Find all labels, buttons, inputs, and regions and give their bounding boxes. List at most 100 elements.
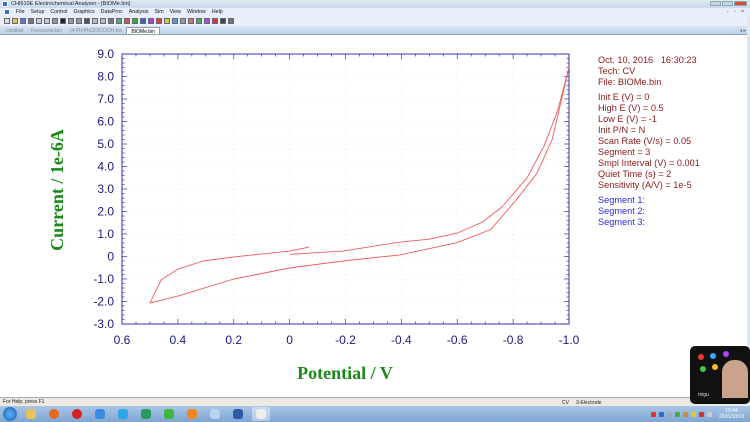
- x-tick-label: 0.2: [225, 333, 242, 347]
- toolbar-button-6-icon[interactable]: [44, 18, 50, 24]
- y-tick-label: -3.0: [93, 317, 114, 331]
- taskbar-app-blue[interactable]: [91, 407, 109, 421]
- x-axis-label: Potential / V: [297, 363, 393, 383]
- info-param: High E (V) = 0.5: [598, 103, 664, 113]
- taskbar-app-orange[interactable]: [183, 407, 201, 421]
- toolbar-button-2-icon[interactable]: [12, 18, 18, 24]
- menu-help[interactable]: Help: [212, 9, 223, 15]
- toolbar-button-19-icon[interactable]: [148, 18, 154, 24]
- tab-1[interactable]: Ferrocene.bin: [27, 27, 66, 34]
- menu-dataproc[interactable]: DataProc: [101, 9, 123, 15]
- toolbar-button-9-icon[interactable]: [68, 18, 74, 24]
- menu-analysis[interactable]: Analysis: [129, 9, 149, 15]
- menu-setup[interactable]: Setup: [31, 9, 45, 15]
- info-param: Low E (V) = -1: [598, 114, 657, 124]
- toolbar-button-26-icon[interactable]: [204, 18, 210, 24]
- menu-view[interactable]: View: [170, 9, 181, 15]
- info-param: Init E (V) = 0: [598, 92, 650, 102]
- toolbar-button-25-icon[interactable]: [196, 18, 202, 24]
- tab-scroll-arrows[interactable]: ◂ ▸: [740, 28, 746, 34]
- title-bar: CHI610E Electrochemical Analyzer - [BIOM…: [0, 0, 750, 8]
- popup-ad[interactable]: migu: [690, 346, 750, 404]
- tray-icon[interactable]: [650, 411, 656, 417]
- mdi-controls[interactable]: - ▫ ×: [727, 9, 746, 15]
- minimize-button[interactable]: [710, 1, 721, 6]
- status-bar: For Help, press F1 CV 3-Electrode: [0, 397, 750, 406]
- toolbar-button-28-icon[interactable]: [220, 18, 226, 24]
- tray-icon[interactable]: [666, 411, 672, 417]
- tray-icon[interactable]: [658, 411, 664, 417]
- toolbar-button-15-icon[interactable]: [116, 18, 122, 24]
- taskbar: [0, 406, 750, 422]
- ad-brand: migu: [698, 392, 709, 398]
- clock[interactable]: 19:44 2016/10/10: [719, 408, 744, 420]
- x-tick-label: 0.4: [170, 333, 187, 347]
- toolbar-button-17-icon[interactable]: [132, 18, 138, 24]
- tab-3[interactable]: BIOMe.bin: [126, 27, 160, 35]
- toolbar-button-22-icon[interactable]: [172, 18, 178, 24]
- x-tick-label: 0: [286, 333, 293, 347]
- y-tick-label: -2.0: [93, 295, 114, 309]
- x-tick-label: -0.4: [391, 333, 412, 347]
- toolbar-button-3-icon[interactable]: [20, 18, 26, 24]
- taskbar-firefox[interactable]: [45, 407, 63, 421]
- volume-icon[interactable]: [706, 411, 712, 417]
- toolbar-button-10-icon[interactable]: [76, 18, 82, 24]
- start-button[interactable]: [3, 407, 17, 421]
- menu-bar: File Setup Control Graphics DataProc Analysis…: [0, 8, 750, 16]
- menu-window[interactable]: Window: [187, 9, 206, 15]
- toolbar-button-21-icon[interactable]: [164, 18, 170, 24]
- y-tick-label: 2.0: [97, 205, 114, 219]
- toolbar-button-23-icon[interactable]: [180, 18, 186, 24]
- x-tick-label: 0.6: [114, 333, 131, 347]
- y-tick-label: 3.0: [97, 182, 114, 196]
- taskbar-app-window[interactable]: [206, 407, 224, 421]
- tab-2[interactable]: (4-Ph)PhCF2COOH.bin: [66, 27, 127, 34]
- x-tick-label: -0.8: [503, 333, 524, 347]
- maximize-button[interactable]: [722, 1, 733, 6]
- menu-graphics[interactable]: Graphics: [73, 9, 94, 15]
- y-tick-label: -1.0: [93, 272, 114, 286]
- toolbar-button-29-icon[interactable]: [228, 18, 234, 24]
- taskbar-explorer[interactable]: [22, 407, 40, 421]
- tray-icon[interactable]: [682, 411, 688, 417]
- tab-0[interactable]: Untitled: [2, 27, 27, 34]
- cv-curve-segment-1: [289, 67, 570, 255]
- cv-curve-segment-2: [149, 67, 570, 304]
- toolbar-button-27-icon[interactable]: [212, 18, 218, 24]
- close-button[interactable]: [734, 1, 747, 6]
- info-param: Segment = 3: [598, 147, 651, 157]
- network-icon[interactable]: [698, 411, 704, 417]
- taskbar-app-cyan[interactable]: [114, 407, 132, 421]
- info-param: Sensitivity (A/V) = 1e-5: [598, 180, 692, 190]
- x-tick-label: -0.2: [335, 333, 356, 347]
- taskbar-chi-analyzer[interactable]: [252, 407, 270, 421]
- menu-sim[interactable]: Sim: [155, 9, 164, 15]
- menu-control[interactable]: Control: [50, 9, 67, 15]
- info-param: Smpl Interval (V) = 0.001: [598, 158, 700, 168]
- menu-file[interactable]: File: [16, 9, 25, 15]
- tray-icon[interactable]: [690, 411, 696, 417]
- toolbar-button-11-icon[interactable]: [84, 18, 90, 24]
- toolbar-button-12-icon[interactable]: [92, 18, 98, 24]
- taskbar-word[interactable]: [229, 407, 247, 421]
- toolbar-button-4-icon[interactable]: [28, 18, 34, 24]
- document-tabs: Untitled Ferrocene.bin (4-Ph)PhCF2COOH.bin…: [0, 26, 750, 35]
- taskbar-media-player[interactable]: [160, 407, 178, 421]
- toolbar-button-13-icon[interactable]: [100, 18, 106, 24]
- toolbar-button-5-icon[interactable]: [36, 18, 42, 24]
- experiment-info: Oct. 10, 2016 16:30:23 Tech: CV File: BI…: [598, 55, 700, 228]
- toolbar-button-1-icon[interactable]: [4, 18, 10, 24]
- app-icon: [2, 1, 8, 7]
- taskbar-app-green[interactable]: [137, 407, 155, 421]
- tray-icon[interactable]: [674, 411, 680, 417]
- toolbar-button-20-icon[interactable]: [156, 18, 162, 24]
- cv-curve-segment-3: [149, 246, 310, 304]
- toolbar-button-16-icon[interactable]: [124, 18, 130, 24]
- taskbar-netease-music[interactable]: [68, 407, 86, 421]
- toolbar-button-8-icon[interactable]: [60, 18, 66, 24]
- toolbar-button-24-icon[interactable]: [188, 18, 194, 24]
- toolbar-button-7-icon[interactable]: [52, 18, 58, 24]
- toolbar-button-18-icon[interactable]: [140, 18, 146, 24]
- toolbar-button-14-icon[interactable]: [108, 18, 114, 24]
